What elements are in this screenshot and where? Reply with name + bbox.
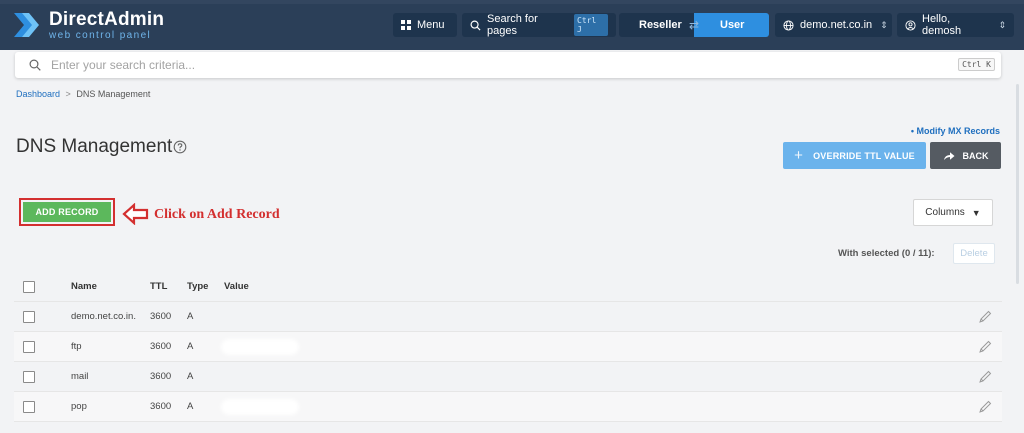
search-pages-label: Search for pages: [487, 13, 538, 37]
table-row: demo.net.co.in. 3600 A: [14, 302, 1002, 332]
annotation-text: Click on Add Record: [154, 207, 280, 222]
user-label: User: [720, 19, 745, 31]
record-type: A: [187, 341, 194, 352]
with-selected-label: With selected (0 / 11):: [838, 248, 935, 259]
chevron-logo-icon: [12, 10, 42, 40]
record-name: ftp: [71, 341, 82, 352]
globe-icon: [783, 19, 794, 31]
menu-label: Menu: [417, 19, 445, 31]
record-name: demo.net.co.in.: [71, 311, 136, 322]
redacted-value: [224, 342, 296, 352]
record-ttl: 3600: [150, 341, 172, 352]
question-circle-icon[interactable]: [173, 140, 187, 154]
columns-button[interactable]: Columns ▼: [913, 199, 993, 226]
column-header-name[interactable]: Name: [71, 281, 97, 292]
record-ttl: 3600: [150, 311, 172, 322]
record-name: pop: [71, 401, 87, 412]
user-menu[interactable]: Hello, demosh ⇕: [897, 13, 1014, 37]
override-ttl-button[interactable]: + OVERRIDE TTL VALUE: [783, 142, 926, 169]
record-type: A: [187, 401, 194, 412]
top-navbar: DirectAdmin web control panel Menu Searc…: [0, 0, 1024, 50]
table-row: ftp 3600 A: [14, 332, 1002, 362]
record-name: mail: [71, 371, 89, 382]
search-icon: [470, 20, 481, 31]
caret-down-icon: ▼: [971, 207, 981, 218]
table-row: pop 3600 A: [14, 392, 1002, 422]
shortcut-badge: Ctrl J: [574, 14, 608, 36]
record-ttl: 3600: [150, 401, 172, 412]
dns-records-table: Name TTL Type Value demo.net.co.in. 3600…: [14, 272, 1002, 422]
redacted-value: [224, 402, 296, 412]
breadcrumb-current: DNS Management: [76, 89, 151, 99]
search-input[interactable]: [51, 58, 931, 72]
add-record-button[interactable]: ADD RECORD: [23, 202, 111, 222]
user-toggle[interactable]: User: [694, 13, 769, 37]
menu-button[interactable]: Menu: [393, 13, 457, 37]
logo-title: DirectAdmin: [49, 8, 165, 30]
column-header-type[interactable]: Type: [187, 281, 208, 292]
plus-icon: +: [794, 147, 804, 164]
back-button[interactable]: BACK: [930, 142, 1001, 169]
chevron-updown-icon: ⇕: [880, 19, 888, 30]
user-circle-icon: [905, 19, 916, 31]
reseller-toggle[interactable]: Reseller: [619, 13, 694, 37]
breadcrumb-dashboard-link[interactable]: Dashboard: [16, 89, 60, 99]
shortcut-badge: Ctrl K: [958, 58, 995, 71]
columns-label: Columns: [925, 207, 965, 218]
override-ttl-label: OVERRIDE TTL VALUE: [813, 150, 915, 161]
search-pages-button[interactable]: Search for pages Ctrl J: [462, 13, 616, 37]
reseller-label: Reseller: [639, 19, 682, 31]
swap-arrows-icon: ⇄: [689, 18, 700, 32]
record-ttl: 3600: [150, 371, 172, 382]
table-header-row: Name TTL Type Value: [14, 272, 1002, 302]
search-icon: [29, 59, 41, 71]
share-arrow-icon: [943, 151, 955, 161]
record-type: A: [187, 371, 194, 382]
modify-mx-records-link[interactable]: • Modify MX Records: [911, 126, 1000, 136]
row-checkbox[interactable]: [23, 401, 35, 413]
pencil-icon[interactable]: [978, 340, 992, 357]
left-arrow-icon: [122, 202, 150, 230]
column-header-value[interactable]: Value: [224, 281, 249, 292]
table-row: mail 3600 A: [14, 362, 1002, 392]
row-checkbox[interactable]: [23, 341, 35, 353]
row-checkbox[interactable]: [23, 311, 35, 323]
hello-label: Hello, demosh: [922, 13, 962, 37]
breadcrumb: Dashboard > DNS Management: [16, 89, 150, 99]
top-strip: [0, 0, 1024, 4]
pencil-icon[interactable]: [978, 310, 992, 327]
global-search-bar: Ctrl K: [15, 52, 1001, 78]
scrollbar[interactable]: [1016, 84, 1019, 284]
back-label: BACK: [962, 150, 989, 161]
domain-label: demo.net.co.in: [800, 19, 873, 31]
grid-icon: [401, 20, 411, 30]
role-switcher[interactable]: Reseller User ⇄: [619, 13, 769, 37]
column-header-ttl[interactable]: TTL: [150, 281, 167, 292]
domain-selector[interactable]: demo.net.co.in ⇕: [775, 13, 892, 37]
select-all-checkbox[interactable]: [23, 281, 35, 293]
delete-button[interactable]: Delete: [953, 243, 995, 264]
logo-subtitle: web control panel: [49, 29, 152, 41]
breadcrumb-separator: >: [65, 89, 71, 99]
chevron-updown-icon: ⇕: [998, 19, 1006, 30]
pencil-icon[interactable]: [978, 400, 992, 417]
page-title: DNS Management: [16, 136, 173, 157]
record-type: A: [187, 311, 194, 322]
logo[interactable]: DirectAdmin web control panel: [12, 9, 164, 41]
row-checkbox[interactable]: [23, 371, 35, 383]
pencil-icon[interactable]: [978, 370, 992, 387]
